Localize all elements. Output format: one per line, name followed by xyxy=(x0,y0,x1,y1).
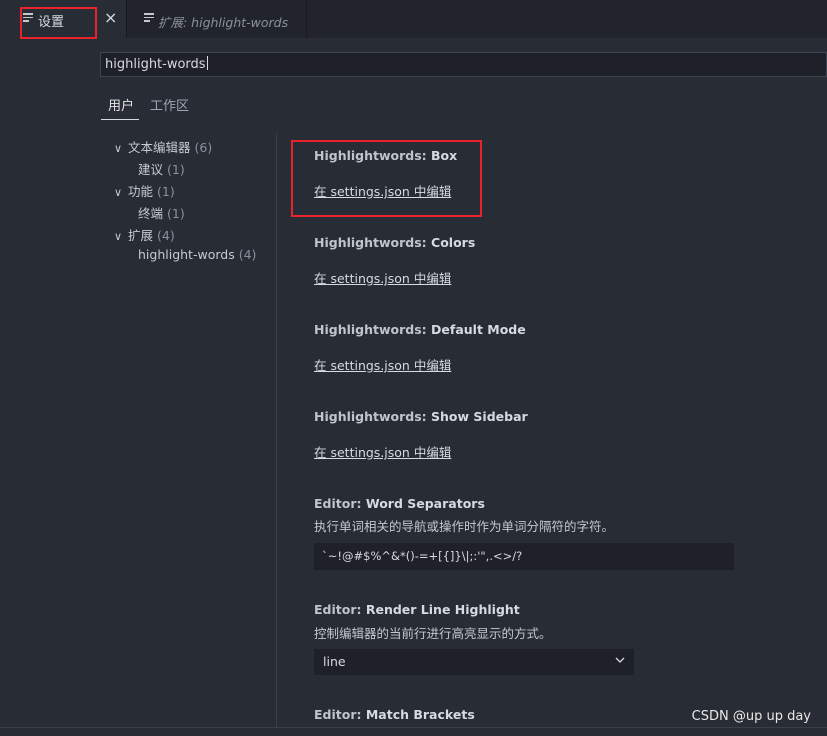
toc-item-terminal[interactable]: 终端 (1) xyxy=(138,203,185,222)
toc-count: (4) xyxy=(238,247,257,262)
highlight-box-setting xyxy=(291,140,482,217)
text-caret xyxy=(206,56,208,70)
toc-count: (1) xyxy=(167,162,185,177)
search-value: highlight-words xyxy=(105,57,206,72)
extension-file-icon xyxy=(144,13,154,23)
toc-count: (1) xyxy=(157,184,175,199)
chevron-down-icon: ∨ xyxy=(114,186,123,199)
toc-count: (4) xyxy=(157,228,175,243)
close-icon[interactable]: × xyxy=(104,8,117,27)
setting-title-default-mode: Highlightwords: Default Mode xyxy=(314,322,526,337)
toc-item-extensions[interactable]: ∨ 扩展 (4) xyxy=(114,225,175,244)
toc-divider xyxy=(276,133,277,728)
scope-tab-workspace[interactable]: 工作区 xyxy=(150,95,189,114)
toc-item-features[interactable]: ∨ 功能 (1) xyxy=(114,181,175,200)
setting-description-render-line-highlight: 控制编辑器的当前行进行高亮显示的方式。 xyxy=(314,626,552,641)
editor-tab-bar: 设置 × 扩展: highlight-words xyxy=(0,0,827,38)
toc-label: 文本编辑器 xyxy=(128,140,191,155)
toc-item-text-editor[interactable]: ∨ 文本编辑器 (6) xyxy=(114,137,212,156)
setting-description-word-separators: 执行单词相关的导航或操作时作为单词分隔符的字符。 xyxy=(314,519,615,534)
chevron-down-icon: ∨ xyxy=(114,230,123,243)
setting-title-match-brackets: Editor: Match Brackets xyxy=(314,707,475,722)
toc-item-highlight-words[interactable]: highlight-words (4) xyxy=(138,247,256,262)
select-value: line xyxy=(323,654,346,669)
toc-label: highlight-words xyxy=(138,247,235,262)
setting-title-show-sidebar: Highlightwords: Show Sidebar xyxy=(314,409,528,424)
watermark: CSDN @up up day xyxy=(691,709,811,724)
toc-item-suggestions[interactable]: 建议 (1) xyxy=(138,159,185,178)
word-separators-input[interactable]: `~!@#$%^&*()-=+[{]}\|;:'",.<>/? xyxy=(314,543,734,570)
setting-title-colors: Highlightwords: Colors xyxy=(314,235,476,250)
edit-in-settings-json-link-show-sidebar[interactable]: 在 settings.json 中编辑 xyxy=(314,442,451,461)
setting-title-render-line-highlight: Editor: Render Line Highlight xyxy=(314,602,520,617)
render-line-highlight-select[interactable]: line xyxy=(314,649,634,675)
settings-search-input[interactable]: highlight-words xyxy=(100,52,827,77)
edit-in-settings-json-link-colors[interactable]: 在 settings.json 中编辑 xyxy=(314,268,451,287)
toc-count: (6) xyxy=(194,140,213,155)
chevron-down-icon: ∨ xyxy=(114,142,123,155)
panel-bottom-border xyxy=(0,727,827,728)
toc-count: (1) xyxy=(167,206,185,221)
toc-label: 建议 xyxy=(138,162,164,177)
tab-extension[interactable]: 扩展: highlight-words xyxy=(127,0,307,38)
highlight-box-tab xyxy=(20,7,97,39)
active-scope-indicator xyxy=(101,119,139,120)
toc-label: 扩展 xyxy=(128,228,154,243)
edit-in-settings-json-link-default-mode[interactable]: 在 settings.json 中编辑 xyxy=(314,355,451,374)
scope-tab-user[interactable]: 用户 xyxy=(108,95,134,114)
tab-extension-label: 扩展: highlight-words xyxy=(158,15,289,30)
toc-label: 功能 xyxy=(128,184,154,199)
setting-title-word-separators: Editor: Word Separators xyxy=(314,496,485,511)
chevron-down-icon xyxy=(615,657,625,663)
toc-label: 终端 xyxy=(138,206,164,221)
